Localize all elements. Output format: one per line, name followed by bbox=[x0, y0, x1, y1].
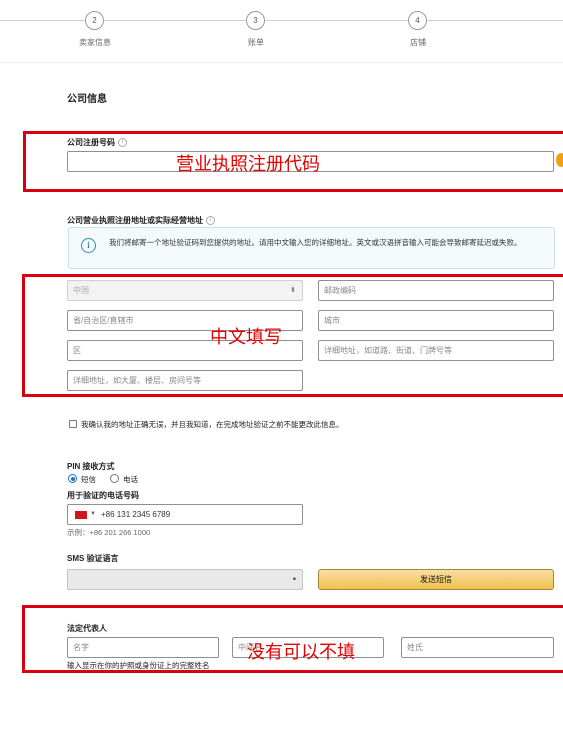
address-label: 公司营业执照注册地址或实际经营地址 i bbox=[67, 215, 215, 226]
phone-number-input[interactable]: ▼ +86 131 2345 6789 bbox=[67, 504, 303, 525]
address-info-box: i 我们将邮寄一个地址验证码到您提供的地址。请用中文输入您的详细地址。英文或汉语… bbox=[68, 227, 555, 269]
section-title: 公司信息 bbox=[67, 94, 107, 105]
sms-language-label: SMS 验证语言 bbox=[67, 554, 119, 563]
pin-method-label: PIN 接收方式 bbox=[67, 462, 115, 471]
stepper-line bbox=[427, 20, 563, 21]
dropdown-dot-icon: • bbox=[292, 574, 296, 584]
phone-example-text: 示例：+86 201 266 1000 bbox=[67, 528, 151, 537]
info-icon[interactable]: i bbox=[206, 216, 215, 226]
chevron-down-icon[interactable]: ▼ bbox=[90, 505, 96, 524]
progress-stepper: 2 卖家信息 3 账单 4 店铺 bbox=[0, 0, 563, 60]
sms-language-select[interactable]: • bbox=[67, 569, 303, 590]
pin-phone-label: 电话 bbox=[123, 475, 138, 484]
china-flag-icon[interactable] bbox=[75, 511, 87, 519]
stepper-line bbox=[0, 20, 85, 21]
step-3-label: 账单 bbox=[248, 38, 264, 47]
address-label-text: 公司营业执照注册地址或实际经营地址 bbox=[67, 216, 203, 225]
info-circle-icon: i bbox=[81, 238, 96, 253]
step-4-circle: 4 bbox=[408, 11, 427, 30]
step-4-label: 店铺 bbox=[410, 38, 426, 47]
annotation-text-business-license: 营业执照注册代码 bbox=[176, 154, 320, 175]
annotation-text-chinese-fill: 中文填写 bbox=[210, 327, 282, 348]
annotation-text-optional: 没有可以不填 bbox=[247, 642, 355, 663]
divider bbox=[0, 62, 563, 63]
annotation-box-address bbox=[22, 274, 563, 397]
pin-sms-label: 短信 bbox=[81, 475, 96, 484]
confirm-address-checkbox[interactable] bbox=[69, 420, 77, 428]
step-3-circle: 3 bbox=[246, 11, 265, 30]
step-2-circle: 2 bbox=[85, 11, 104, 30]
confirm-address-text: 我确认我的地址正确无误，并且我知道，在完成地址验证之前不能更改此信息。 bbox=[81, 420, 344, 429]
phone-number-label: 用于验证的电话号码 bbox=[67, 491, 139, 500]
pin-phone-radio[interactable] bbox=[110, 474, 119, 483]
stepper-line bbox=[104, 20, 246, 21]
step-2-label: 卖家信息 bbox=[79, 38, 111, 47]
address-info-text: 我们将邮寄一个地址验证码到您提供的地址。请用中文输入您的详细地址。英文或汉语拼音… bbox=[109, 238, 522, 247]
send-sms-button[interactable]: 发送短信 bbox=[318, 569, 554, 590]
phone-number-value: +86 131 2345 6789 bbox=[101, 510, 171, 519]
stepper-line bbox=[265, 20, 408, 21]
pin-sms-radio[interactable] bbox=[68, 474, 77, 483]
